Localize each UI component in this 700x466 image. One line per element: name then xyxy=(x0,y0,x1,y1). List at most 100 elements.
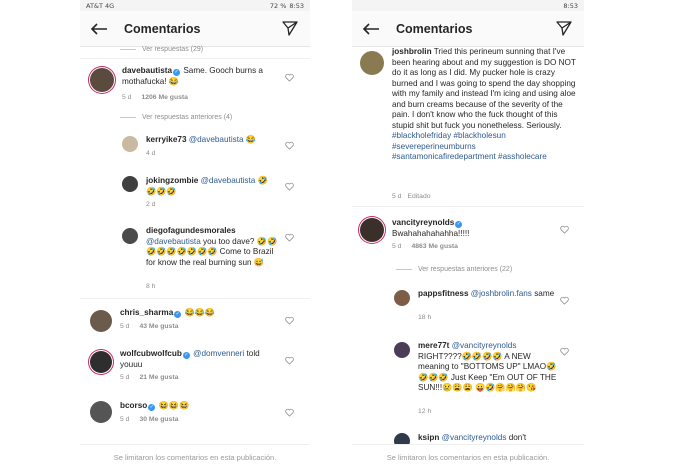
view-replies-link[interactable]: Ver respuestas (29) xyxy=(120,46,203,53)
username[interactable]: vancityreynolds xyxy=(392,218,454,227)
verified-badge-icon: ✓ xyxy=(174,311,182,318)
comment-meta: 5 d 1206 Me gusta xyxy=(122,94,188,101)
avatar[interactable] xyxy=(90,401,112,423)
comments-header: Comentarios xyxy=(80,11,310,47)
avatar[interactable] xyxy=(90,310,112,332)
direct-send-icon[interactable] xyxy=(282,20,300,38)
username[interactable]: diegofagundesmorales xyxy=(146,226,236,235)
comment-text: 😆😆😆 xyxy=(158,401,190,410)
username[interactable]: wolfcubwolfcub xyxy=(120,349,182,358)
comments-header: Comentarios xyxy=(352,11,584,47)
hashtag-links[interactable]: #blackholefriday #blackholesun #severepe… xyxy=(392,131,547,161)
username[interactable]: chris_sharma xyxy=(120,308,173,317)
comment-text: Bwahahahahahha!!!!! xyxy=(392,228,470,238)
reply-text: RIGHT????🤣🤣🤣🤣 A NEW meaning to "BOTTOMS … xyxy=(418,351,557,393)
heart-icon[interactable] xyxy=(560,296,569,305)
username[interactable]: bcorso xyxy=(120,401,147,410)
avatar[interactable] xyxy=(360,218,384,242)
comments-limited-notice: Se limitaron los comentarios en esta pub… xyxy=(352,444,584,466)
direct-send-icon[interactable] xyxy=(556,20,574,38)
verified-badge-icon: ✓ xyxy=(182,352,190,359)
likes-count[interactable]: 43 Me gusta xyxy=(139,323,178,330)
status-bar: AT&T 4G 72 % 8:53 xyxy=(80,0,310,11)
likes-count[interactable]: 4863 Me gusta xyxy=(411,243,457,250)
reply-age: 8 h xyxy=(146,283,156,290)
caption-text: Tried this perineum sunning that I've be… xyxy=(392,47,576,130)
likes-count[interactable]: 1206 Me gusta xyxy=(141,94,187,101)
reply-text: don't xyxy=(508,433,527,442)
avatar[interactable] xyxy=(394,290,410,306)
reply-text: 😂 xyxy=(245,135,257,144)
avatar[interactable] xyxy=(90,68,114,92)
comment-body: vancityreynolds ✓ Bwahahahahahha!!!!! xyxy=(392,218,562,239)
mention-link[interactable]: @joshbrolin.fans xyxy=(471,289,532,298)
time-label: 8:53 xyxy=(563,1,578,10)
comment-meta: 5 d 21 Me gusta xyxy=(120,374,179,381)
mention-link[interactable]: @vancityreynolds xyxy=(452,341,517,350)
reply-age: 18 h xyxy=(418,314,432,321)
verified-badge-icon: ✓ xyxy=(173,69,181,76)
avatar[interactable] xyxy=(394,342,410,358)
avatar[interactable] xyxy=(360,51,384,75)
mention-link[interactable]: @davebautista xyxy=(201,176,256,185)
comment-body: davebautista ✓ Same. Gooch burns a mothaf… xyxy=(122,66,272,87)
back-arrow-icon[interactable] xyxy=(90,19,110,39)
comment-meta: 5 d 43 Me gusta xyxy=(120,323,179,330)
heart-icon[interactable] xyxy=(285,356,294,365)
caption-meta: 5 d Editado xyxy=(392,193,431,200)
heart-icon[interactable] xyxy=(560,347,569,356)
view-previous-replies-link[interactable]: Ver respuestas anteriores (4) xyxy=(120,114,232,121)
heart-icon[interactable] xyxy=(285,73,294,82)
reply-age: 4 d xyxy=(146,150,156,157)
comment-body: chris_sharma ✓ 😂😂😂 xyxy=(120,308,270,319)
username[interactable]: joshbrolin xyxy=(392,47,432,56)
view-previous-replies-link[interactable]: Ver respuestas anteriores (22) xyxy=(396,266,512,273)
username[interactable]: ksipn xyxy=(418,433,439,442)
page-title: Comentarios xyxy=(396,21,473,36)
reply-age: 2 d xyxy=(146,201,156,208)
username[interactable]: davebautista xyxy=(122,66,172,75)
reply-body: pappsfitness @joshbrolin.fans same xyxy=(418,289,558,300)
heart-icon[interactable] xyxy=(285,182,294,191)
reply-age: 12 h xyxy=(418,408,432,415)
reply-body: diegofagundesmorales @davebautista you t… xyxy=(146,226,278,268)
avatar[interactable] xyxy=(122,136,138,152)
username[interactable]: mere77t xyxy=(418,341,449,350)
likes-count[interactable]: 21 Me gusta xyxy=(139,374,178,381)
avatar[interactable] xyxy=(90,351,112,373)
back-arrow-icon[interactable] xyxy=(362,19,382,39)
comment-body: bcorso ✓ 😆😆😆 xyxy=(120,401,270,412)
avatar[interactable] xyxy=(122,176,138,192)
heart-icon[interactable] xyxy=(285,141,294,150)
carrier-label: AT&T 4G xyxy=(86,1,115,10)
status-bar: 8:53 xyxy=(352,0,584,11)
mention-link[interactable]: @vancityreynolds xyxy=(442,433,507,442)
battery-label: 72 % xyxy=(269,1,287,10)
username[interactable]: jokingzombie xyxy=(146,176,198,185)
comment-meta: 5 d 4863 Me gusta xyxy=(392,243,458,250)
comments-limited-notice: Se limitaron los comentarios en esta pub… xyxy=(80,444,310,466)
reply-body: jokingzombie @davebautista 🤣 🤣🤣🤣 xyxy=(146,176,276,197)
right-phone-screen: 8:53 Comentarios joshbrolin Tried this p… xyxy=(352,0,584,466)
mention-link[interactable]: @domvenneri xyxy=(193,349,244,358)
mention-link[interactable]: @davebautista xyxy=(146,237,201,246)
mention-link[interactable]: @davebautista xyxy=(189,135,244,144)
verified-badge-icon: ✓ xyxy=(455,221,463,228)
caption-body: joshbrolin Tried this perineum sunning t… xyxy=(392,47,578,163)
comment-body: wolfcubwolfcub ✓ @domvenneri told youuu xyxy=(120,349,270,370)
username[interactable]: pappsfitness xyxy=(418,289,469,298)
heart-icon[interactable] xyxy=(285,408,294,417)
reply-body: mere77t @vancityreynolds RIGHT????🤣🤣🤣🤣 A… xyxy=(418,341,558,394)
reply-text: same xyxy=(534,289,555,298)
avatar[interactable] xyxy=(122,228,138,244)
likes-count[interactable]: 30 Me gusta xyxy=(139,416,178,423)
reply-body: kerryike73 @davebautista 😂 xyxy=(146,135,276,146)
username[interactable]: kerryike73 xyxy=(146,135,187,144)
page-title: Comentarios xyxy=(124,21,201,36)
comment-text: 😂😂😂 xyxy=(184,308,216,317)
heart-icon[interactable] xyxy=(560,225,569,234)
heart-icon[interactable] xyxy=(285,316,294,325)
heart-icon[interactable] xyxy=(285,233,294,242)
verified-badge-icon: ✓ xyxy=(148,404,156,411)
comment-meta: 5 d 30 Me gusta xyxy=(120,416,179,423)
